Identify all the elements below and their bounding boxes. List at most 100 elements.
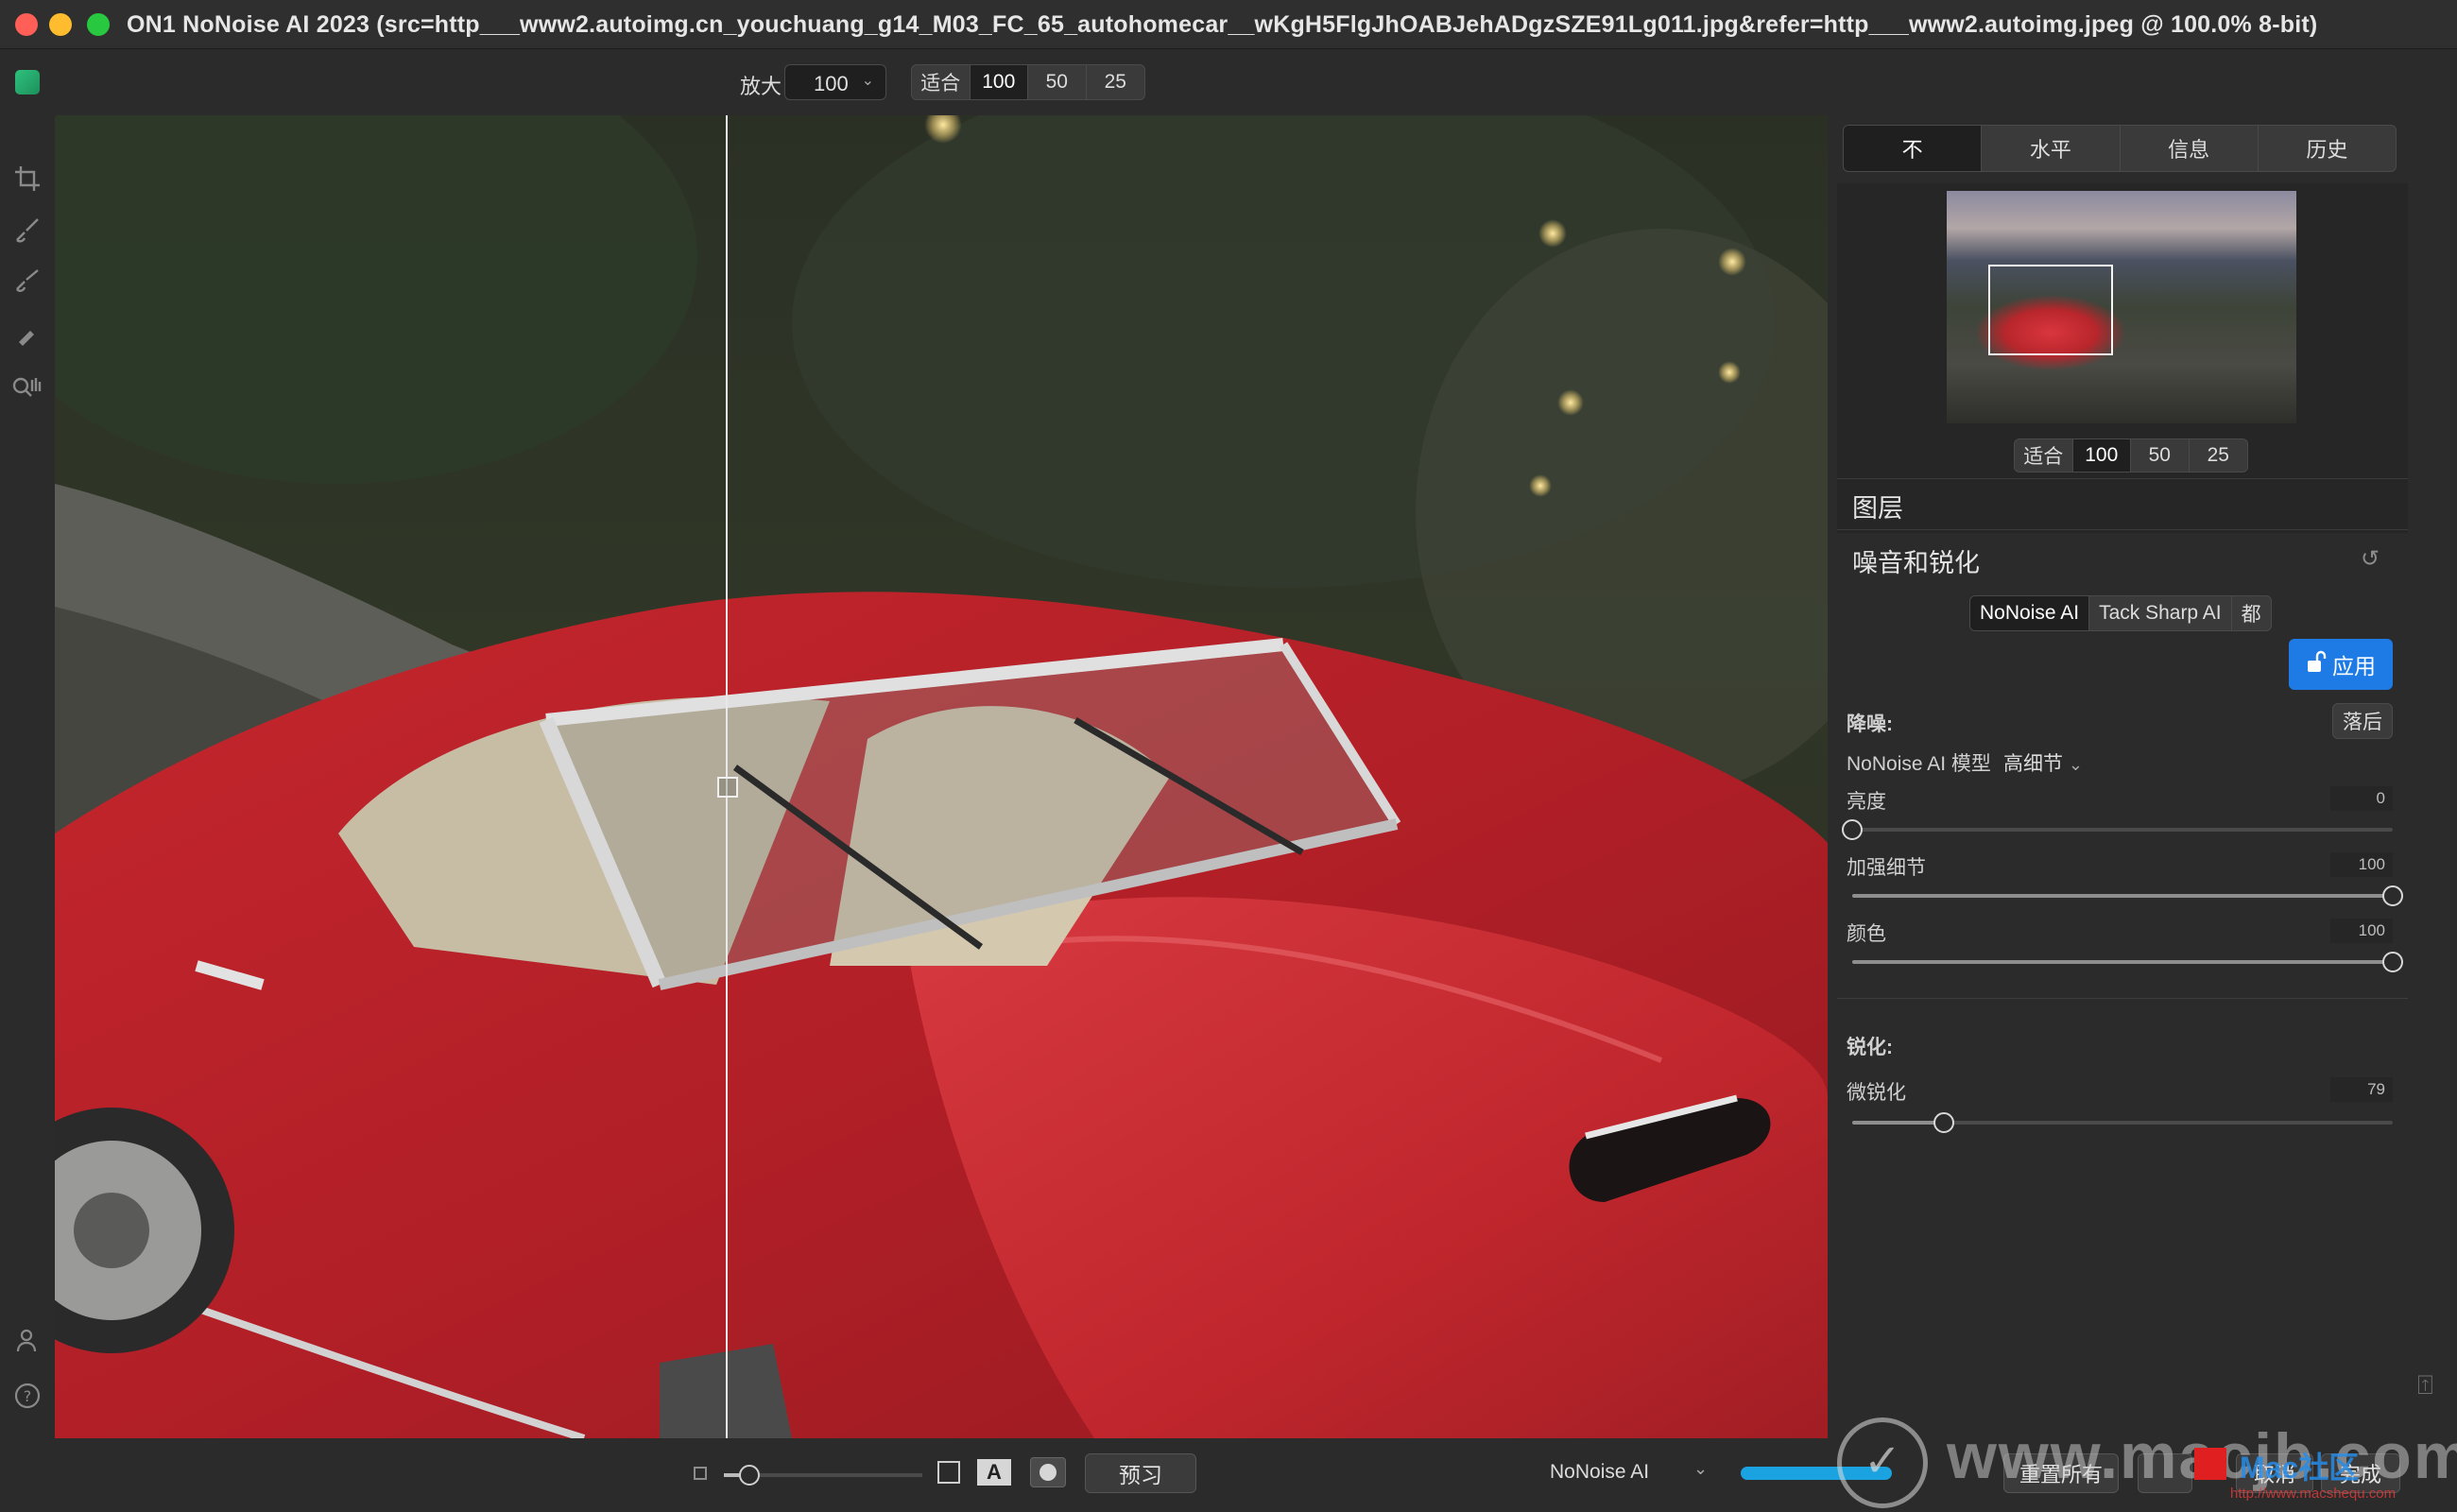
slider-knob[interactable] [739,1465,761,1486]
denoise-reset-button[interactable]: 落后 [2332,703,2393,739]
app-icon [15,70,40,94]
watermark-logo: ✓ [1837,1418,1928,1508]
tab-none[interactable]: 不 [1844,126,1983,171]
mode-select[interactable]: NoNoise AI [1550,1461,1649,1484]
bokeh-light [1538,219,1567,248]
layers-title[interactable]: 图层 [1852,488,1903,524]
mask-brush-icon[interactable] [11,268,43,301]
minimize-window-button[interactable] [49,13,72,36]
model-label: NoNoise AI 模型 [1847,753,1991,775]
unlock-icon [2306,650,2327,679]
before-after-icon[interactable]: A [977,1459,1011,1486]
user-icon[interactable] [11,1327,43,1359]
slider-value-microsharpen[interactable]: 79 [2330,1077,2393,1102]
mode-nonoise-button[interactable]: NoNoise AI [1970,596,2090,630]
chevron-down-icon: ⌄ [861,73,874,89]
slider-fill [1852,960,2393,964]
photo-canvas[interactable] [55,115,1828,1438]
title-bar: ON1 NoNoise AI 2023 (src=http___www2.aut… [0,0,2457,49]
slider-knob[interactable] [1842,819,1863,840]
zoom-hand-icon[interactable] [11,374,43,406]
slider-knob[interactable] [2382,952,2403,972]
bokeh-light [1529,474,1552,497]
noise-sharpen-title: 噪音和锐化 [1852,549,1980,577]
slider-label-detail: 加强细节 [1847,857,1926,879]
slider-microsharpen[interactable] [1852,1112,2393,1133]
slider-brightness[interactable] [1842,819,2393,840]
zoom-100-button[interactable]: 100 [970,65,1028,99]
watermark-cn: Mac社区 [2240,1451,2360,1485]
slider-label-brightness: 亮度 [1847,791,1886,813]
denoise-heading: 降噪: [1847,713,1893,735]
bokeh-light [1557,389,1584,416]
zoom-label: 放大 [740,75,782,98]
zoom-select-value: 100 [814,72,849,95]
car-photo [55,115,1828,1438]
brush-icon[interactable] [11,217,43,249]
watermark-url: http://www.macshequ.com [2230,1486,2397,1502]
slider-value-color[interactable]: 100 [2330,919,2393,943]
close-window-button[interactable] [15,13,38,36]
model-select[interactable]: 高细节 ⌄ [2003,748,2083,777]
window-title: ON1 NoNoise AI 2023 (src=http___www2.aut… [127,11,2318,38]
nav-zoom-fit-button[interactable]: 适合 [2015,439,2073,472]
slider-knob[interactable] [1933,1112,1955,1133]
slider-value-brightness[interactable]: 0 [2330,786,2393,811]
export-icon[interactable]: ⍐ [2417,1370,2433,1401]
slider-value-detail[interactable]: 100 [2330,852,2393,877]
mode-tacksharp-button[interactable]: Tack Sharp AI [2089,596,2232,630]
slider-label-color: 颜色 [1847,923,1886,945]
compare-split-handle[interactable] [717,777,738,798]
small-square-icon [694,1467,707,1480]
zoom-50-button[interactable]: 50 [1028,65,1087,99]
slider-detail[interactable] [1852,885,2403,906]
slider-label-microsharpen: 微锐化 [1847,1082,1906,1104]
mode-toggle: NoNoise AI Tack Sharp AI 都 [1969,595,2272,631]
slider-fill [1852,894,2393,898]
compare-square-icon[interactable] [937,1461,960,1484]
slider-fill [1852,1121,1945,1125]
tab-info[interactable]: 信息 [2121,126,2259,171]
chevron-down-icon[interactable]: ⌄ [1693,1459,1708,1479]
preview-button[interactable]: 预习 [1085,1453,1196,1493]
navigator-zoom-group: 适合 100 50 25 [2014,438,2248,472]
divider [1837,998,2408,999]
help-icon[interactable]: ? [11,1382,43,1414]
divider [1837,478,2408,479]
mode-both-button[interactable]: 都 [2232,596,2271,630]
model-select-value: 高细节 [2003,753,2063,775]
nav-zoom-25-button[interactable]: 25 [2190,439,2248,472]
navigator-viewport-rect[interactable] [1988,265,2113,355]
sharpen-heading: 锐化: [1847,1037,1893,1058]
nav-zoom-50-button[interactable]: 50 [2131,439,2190,472]
crop-icon[interactable] [11,164,43,197]
zoom-window-button[interactable] [87,13,110,36]
apply-label: 应用 [2332,654,2376,679]
top-toolbar: 放大 100 ⌄ 适合 100 50 25 [0,49,2457,115]
reset-icon[interactable]: ↺ [2361,545,2380,573]
svg-text:?: ? [24,1387,32,1405]
mask-view-icon[interactable] [1030,1457,1066,1487]
zoom-select[interactable]: 100 ⌄ [784,64,886,100]
bokeh-light [1718,361,1741,384]
slider-knob[interactable] [2382,885,2403,906]
opacity-slider[interactable] [724,1465,922,1486]
zoom-preset-group: 适合 100 50 25 [911,64,1145,100]
tool-rail: ? [0,115,55,1467]
panel-tabs: 不 水平 信息 历史 [1843,125,2397,172]
right-panel: 不 水平 信息 历史 适合 100 50 25 图层 噪音和锐化 ↺ NoNoi… [1828,115,2457,1467]
zoom-25-button[interactable]: 25 [1087,65,1145,99]
apply-button[interactable]: 应用 [2289,639,2393,690]
watermark-red-square [2194,1448,2226,1480]
navigator: 适合 100 50 25 [1837,183,2408,533]
tab-history[interactable]: 历史 [2259,126,2396,171]
zoom-fit-button[interactable]: 适合 [912,65,971,99]
retouch-icon[interactable] [11,321,43,353]
bokeh-light [1718,248,1746,276]
navigator-thumbnail[interactable] [1947,191,2296,423]
chevron-down-icon: ⌄ [2068,755,2083,774]
divider [1837,529,2408,530]
nav-zoom-100-button[interactable]: 100 [2072,439,2131,472]
slider-color[interactable] [1852,952,2403,972]
tab-levels[interactable]: 水平 [1982,126,2121,171]
